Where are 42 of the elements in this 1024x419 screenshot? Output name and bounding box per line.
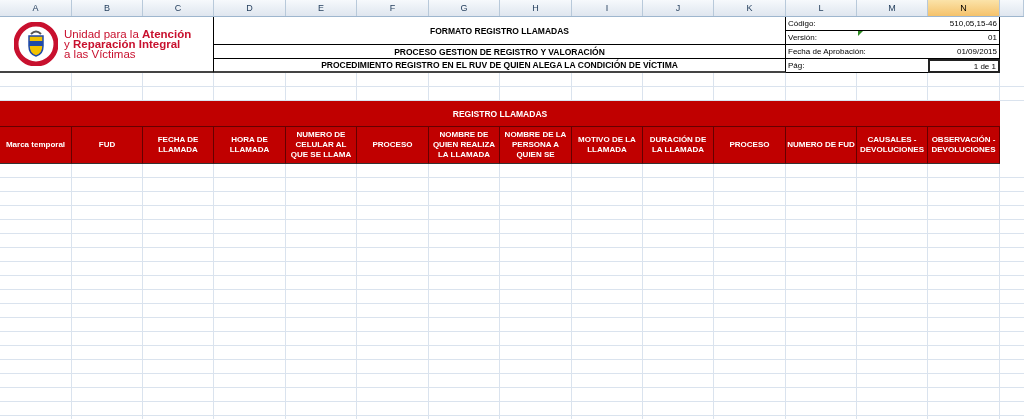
- column-header[interactable]: A: [0, 0, 72, 16]
- column-heading: NUMERO DE FUD: [786, 127, 857, 164]
- info-value[interactable]: 1 de 1: [928, 59, 1000, 73]
- column-header[interactable]: K: [714, 0, 786, 16]
- column-header[interactable]: C: [143, 0, 214, 16]
- info-label: Fecha de Aprobación:: [788, 47, 866, 56]
- column-heading: PROCESO: [357, 127, 429, 164]
- column-header[interactable]: B: [72, 0, 143, 16]
- info-label: Versión:: [788, 33, 817, 42]
- column-heading: Marca temporal: [0, 127, 72, 164]
- column-heading: HORA DE LLAMADA: [214, 127, 286, 164]
- column-heading: FECHA DE LLAMADA: [143, 127, 214, 164]
- column-header[interactable]: D: [214, 0, 286, 16]
- column-header[interactable]: H: [500, 0, 572, 16]
- column-heading: PROCESO: [714, 127, 786, 164]
- coat-of-arms-icon: [14, 22, 58, 66]
- form-title: PROCESO GESTION DE REGISTRO Y VALORACIÓN: [214, 45, 786, 59]
- column-header[interactable]: F: [357, 0, 429, 16]
- info-value[interactable]: 01: [928, 31, 1000, 45]
- column-heading: OBSERVACIÓN - DEVOLUCIONES: [928, 127, 1000, 164]
- info-value[interactable]: 01/09/2015: [928, 45, 1000, 59]
- column-heading: NOMBRE DE LA PERSONA A QUIEN SE: [500, 127, 572, 164]
- column-header[interactable]: G: [429, 0, 500, 16]
- logo-text: Unidad para la Atención: [64, 29, 192, 39]
- column-header[interactable]: L: [786, 0, 857, 16]
- form-title: FORMATO REGISTRO LLAMADAS: [214, 17, 786, 45]
- column-heading: NOMBRE DE QUIEN REALIZA LA LLAMADA: [429, 127, 500, 164]
- table-title: REGISTRO LLAMADAS: [0, 101, 1000, 127]
- column-heading: DURACIÓN DE LA LLAMADA: [643, 127, 714, 164]
- logo-text: a las Víctimas: [64, 49, 137, 59]
- column-header[interactable]: N: [928, 0, 1000, 16]
- info-label: Pág:: [788, 61, 805, 70]
- column-heading: MOTIVO DE LA LLAMADA: [572, 127, 643, 164]
- column-heading: NUMERO DE CELULAR AL QUE SE LLAMA: [286, 127, 357, 164]
- logo-text: y Reparación Integral: [64, 39, 182, 49]
- info-value[interactable]: 510,05,15-46: [928, 17, 1000, 31]
- column-header[interactable]: I: [572, 0, 643, 16]
- column-heading: FUD: [72, 127, 143, 164]
- info-label: Código:: [788, 19, 816, 28]
- column-header[interactable]: E: [286, 0, 357, 16]
- column-header[interactable]: J: [643, 0, 714, 16]
- column-heading: CAUSALES - DEVOLUCIONES: [857, 127, 928, 164]
